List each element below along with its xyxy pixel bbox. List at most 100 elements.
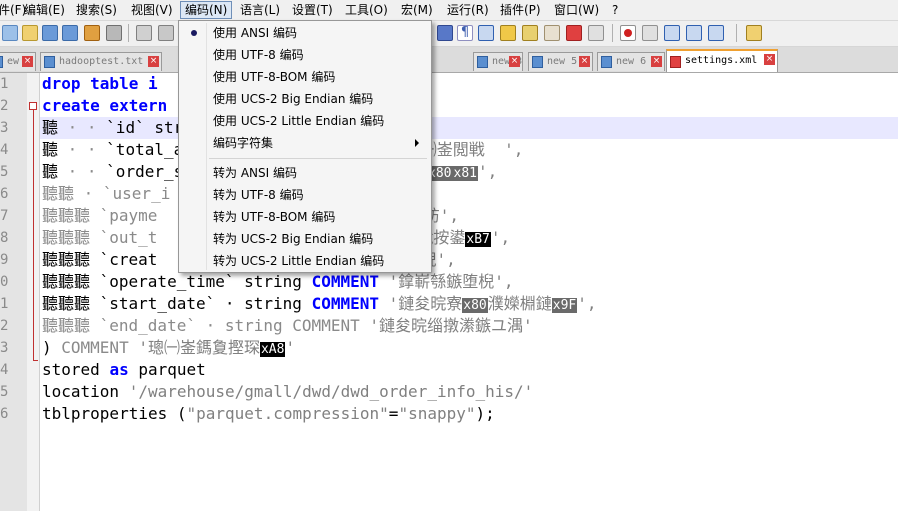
- menu-item[interactable]: 插件(P): [496, 2, 545, 18]
- code-token: tblproperties: [42, 404, 177, 423]
- code-token: 聽: [42, 118, 68, 137]
- menu-item[interactable]: 运行(R): [443, 2, 493, 18]
- code-token: (: [176, 404, 187, 423]
- toolbar: ¶: [0, 21, 898, 47]
- tab-active[interactable]: settings.xml ×: [666, 49, 778, 72]
- stop-macro-icon[interactable]: [642, 25, 658, 41]
- menu-item[interactable]: ?: [608, 2, 622, 18]
- menu-item-encoding[interactable]: 转为 ANSI 编码: [181, 162, 429, 184]
- encoding-menu: 使用 ANSI 编码使用 UTF-8 编码使用 UTF-8-BOM 编码使用 U…: [178, 20, 432, 273]
- menu-item[interactable]: 语言(L): [236, 2, 284, 18]
- close-tab-icon[interactable]: ×: [579, 56, 590, 67]
- tab[interactable]: hadooptest.txt ×: [40, 52, 162, 71]
- code-token: '鏈夋晥寮: [379, 294, 463, 313]
- menu-item-encoding[interactable]: 转为 UCS-2 Little Endian 编码: [181, 250, 429, 272]
- editor[interactable]: 1234567890123456 drop table i _his;creat…: [0, 73, 898, 511]
- print-icon[interactable]: [106, 25, 122, 41]
- code-line[interactable]: location '/warehouse/gmall/dwd/dwd_order…: [42, 381, 533, 403]
- close-tab-icon[interactable]: ×: [764, 54, 775, 65]
- cut-icon[interactable]: [136, 25, 152, 41]
- code-token: ',: [577, 294, 597, 313]
- code-token: =: [388, 404, 399, 423]
- fold-toggle-icon[interactable]: [29, 102, 37, 110]
- close-tab-icon[interactable]: ×: [509, 56, 520, 67]
- toolbar-separator: [612, 24, 613, 42]
- menu-item-label: 转为 ANSI 编码: [213, 166, 297, 180]
- menu-encoding[interactable]: 编码(N): [180, 1, 233, 19]
- menu-item-label: 使用 ANSI 编码: [213, 26, 297, 40]
- code-token: ): [42, 338, 62, 357]
- menu-item-encoding[interactable]: 使用 ANSI 编码: [181, 22, 429, 44]
- menu-item-label: 转为 UTF-8 编码: [213, 188, 304, 202]
- code-line[interactable]: tblproperties ("parquet.compression"="sn…: [42, 403, 495, 425]
- menu-item-label: 编码字符集: [213, 136, 274, 150]
- code-token: 聽聽 · `user_i: [42, 184, 171, 203]
- code-token: ',: [490, 228, 511, 247]
- show-all-chars-icon[interactable]: ¶: [457, 25, 473, 41]
- menu-item-encoding[interactable]: 转为 UCS-2 Big Endian 编码: [181, 228, 429, 250]
- monitor-icon[interactable]: [588, 25, 604, 41]
- save-icon[interactable]: [42, 25, 58, 41]
- run-macro-multiple-icon[interactable]: [686, 25, 702, 41]
- launch-icon[interactable]: [746, 25, 762, 41]
- menu-item[interactable]: 窗口(W): [550, 2, 603, 18]
- indent-guide-icon[interactable]: [437, 25, 453, 41]
- record-macro-icon[interactable]: [620, 25, 636, 41]
- submenu-arrow-icon: [415, 139, 419, 147]
- close-tab-icon[interactable]: ×: [22, 56, 33, 67]
- menu-item-encoding[interactable]: 转为 UTF-8 编码: [181, 184, 429, 206]
- menu-item-label: 转为 UCS-2 Big Endian 编码: [213, 232, 374, 246]
- code-token: 聽聽聽 `out_t: [42, 228, 158, 247]
- close-tab-icon[interactable]: ×: [651, 56, 662, 67]
- menu-item-charset[interactable]: 编码字符集: [181, 132, 429, 154]
- save-macro-icon[interactable]: [708, 25, 724, 41]
- code-line[interactable]: 聽聽聽 `operate_time` string COMMENT '鎿嶄綔鏃堕…: [42, 271, 514, 293]
- open-file-icon[interactable]: [22, 25, 38, 41]
- word-wrap-icon[interactable]: [478, 25, 494, 41]
- copy-icon[interactable]: [158, 25, 174, 41]
- tab[interactable]: ew 2 ×: [0, 52, 36, 71]
- line-number: 9: [0, 252, 9, 268]
- menu-item-label: 使用 UTF-8-BOM 编码: [213, 70, 336, 84]
- menu-item-encoding[interactable]: 使用 UCS-2 Little Endian 编码: [181, 110, 429, 132]
- close-tab-icon[interactable]: ×: [148, 56, 159, 67]
- code-line[interactable]: 聽聽聽 `start_date` · string COMMENT '鏈夋晥寮x…: [42, 293, 597, 315]
- menu-item-encoding[interactable]: 使用 UTF-8-BOM 编码: [181, 66, 429, 88]
- bookmark-icon[interactable]: [500, 25, 516, 41]
- menu-item[interactable]: 编辑(E): [20, 2, 69, 18]
- menu-item[interactable]: 宏(M): [397, 2, 437, 18]
- close-file-icon[interactable]: [84, 25, 100, 41]
- folder-workspace-icon[interactable]: [566, 25, 582, 41]
- line-number: 3: [0, 340, 9, 356]
- code-token: 聽聽聽 `start_date` · string: [42, 294, 312, 313]
- code-token: `total_a: [106, 140, 184, 159]
- keyword-token: drop table i: [42, 74, 158, 93]
- tab[interactable]: new 3 ×: [473, 52, 523, 71]
- line-number: 1: [0, 76, 9, 92]
- menu-item[interactable]: 搜索(S): [72, 2, 121, 18]
- play-macro-icon[interactable]: [664, 25, 680, 41]
- line-number: 2: [0, 318, 9, 334]
- code-line[interactable]: stored as parquet: [42, 359, 206, 381]
- code-line[interactable]: 聽聽聽 `end_date` · string COMMENT '鏈夋晥缁撴潫鏃…: [42, 315, 533, 337]
- menu-item-encoding[interactable]: 转为 UTF-8-BOM 编码: [181, 206, 429, 228]
- tab[interactable]: new 6 ×: [597, 52, 665, 71]
- tab[interactable]: new 5 ×: [528, 52, 593, 71]
- function-list-icon[interactable]: [544, 25, 560, 41]
- menu-item[interactable]: 视图(V): [127, 2, 177, 18]
- new-file-icon[interactable]: [2, 25, 18, 41]
- menu-item-encoding[interactable]: 使用 UTF-8 编码: [181, 44, 429, 66]
- code-token: 聽: [42, 162, 68, 181]
- line-number: 4: [0, 142, 9, 158]
- line-number: 7: [0, 208, 9, 224]
- menu-item-encoding[interactable]: 使用 UCS-2 Big Endian 编码: [181, 88, 429, 110]
- document-map-icon[interactable]: [522, 25, 538, 41]
- file-icon: [0, 56, 3, 68]
- tab-label: new 6: [616, 56, 647, 67]
- menu-item[interactable]: 设置(T): [288, 2, 337, 18]
- save-all-icon[interactable]: [62, 25, 78, 41]
- menu-item[interactable]: 工具(O): [341, 2, 392, 18]
- line-number-gutter: 1 2 3 4 5 6 7 8 9 0 1 2 3 4 5 6: [0, 73, 27, 511]
- code-line[interactable]: ) COMMENT '璁㈠崟鎷夐摼琛xA8': [42, 337, 295, 359]
- code-token: · ·: [67, 140, 107, 159]
